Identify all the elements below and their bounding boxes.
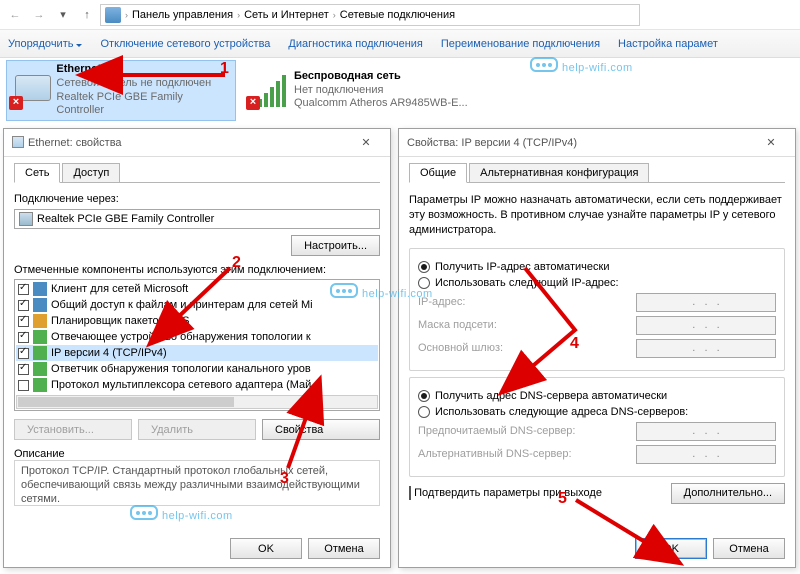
adapter-name: Беспроводная сеть [294, 70, 401, 82]
gateway-field: . . . [636, 339, 776, 358]
settings[interactable]: Настройка парамет [618, 38, 718, 50]
organize-menu[interactable]: Упорядочить [8, 38, 82, 50]
dns1-field: . . . [636, 422, 776, 441]
adapter-wifi[interactable]: × Беспроводная сеть Нет подключения Qual… [244, 60, 474, 121]
list-item-ipv4: IP версии 4 (TCP/IPv4) [16, 345, 378, 361]
radio-manual-dns[interactable] [418, 406, 430, 418]
components-list[interactable]: Клиент для сетей Microsoft Общий доступ … [14, 279, 380, 411]
forward-button: → [28, 4, 50, 26]
description-label: Описание [14, 448, 380, 460]
ok-button[interactable]: OK [635, 538, 707, 559]
watermark: help-wifi.com [330, 276, 433, 304]
cancel-button[interactable]: Отмена [308, 538, 380, 559]
watermark: help-wifi.com [130, 498, 233, 526]
watermark: help-wifi.com [530, 50, 633, 78]
nic-icon [19, 212, 33, 226]
radio-auto-ip[interactable] [418, 261, 430, 273]
components-label: Отмеченные компоненты используются этим … [14, 264, 380, 276]
dns2-field: . . . [636, 445, 776, 464]
breadcrumb-part[interactable]: Сеть и Интернет [244, 9, 329, 21]
adapter-status: Сетевой кабель не подключен [56, 77, 211, 89]
tab-network[interactable]: Сеть [14, 163, 60, 183]
up-button[interactable]: ↑ [76, 4, 98, 26]
adapter-device: Qualcomm Atheros AR9485WB-E... [294, 97, 468, 109]
intro-text: Параметры IP можно назначать автоматичес… [409, 193, 785, 238]
adapter-status: Нет подключения [294, 84, 383, 96]
ethernet-icon: × [11, 73, 52, 109]
rename[interactable]: Переименование подключения [441, 38, 600, 50]
disable-device[interactable]: Отключение сетевого устройства [100, 38, 270, 50]
breadcrumb-part[interactable]: Сетевые подключения [340, 9, 455, 21]
tab-alt-config[interactable]: Альтернативная конфигурация [469, 163, 649, 183]
configure-button[interactable]: Настроить... [291, 235, 380, 256]
adapter-list: × Ethernet Сетевой кабель не подключен R… [0, 58, 800, 123]
adapter-name: Ethernet [56, 63, 101, 75]
close-icon[interactable]: ✕ [350, 136, 382, 149]
ok-button[interactable]: OK [230, 538, 302, 559]
ip-field: . . . [636, 293, 776, 312]
cancel-button[interactable]: Отмена [713, 538, 785, 559]
mask-field: . . . [636, 316, 776, 335]
tab-general[interactable]: Общие [409, 163, 467, 183]
recent-button[interactable]: ▾ [52, 4, 74, 26]
horizontal-scrollbar[interactable] [16, 395, 378, 409]
back-button[interactable]: ← [4, 4, 26, 26]
advanced-button[interactable]: Дополнительно... [671, 483, 785, 504]
close-icon[interactable]: ✕ [755, 136, 787, 149]
adapter-field: Realtek PCIe GBE Family Controller [37, 213, 214, 225]
toolbar: Упорядочить Отключение сетевого устройст… [0, 30, 800, 58]
connect-via-label: Подключение через: [14, 193, 380, 205]
confirm-checkbox[interactable] [409, 486, 411, 500]
dialog-title: Свойства: IP версии 4 (TCP/IPv4) [407, 137, 577, 149]
ipv4-properties-dialog: Свойства: IP версии 4 (TCP/IPv4) ✕ Общие… [398, 128, 796, 568]
properties-button[interactable]: Свойства [262, 419, 380, 440]
tab-access[interactable]: Доступ [62, 163, 120, 183]
install-button: Установить... [14, 419, 132, 440]
remove-button: Удалить [138, 419, 256, 440]
dialog-title: Ethernet: свойства [28, 137, 122, 149]
control-panel-icon [105, 7, 121, 23]
radio-auto-dns[interactable] [418, 390, 430, 402]
explorer-nav: ← → ▾ ↑ › Панель управления › Сеть и Инт… [0, 0, 800, 30]
breadcrumb-part[interactable]: Панель управления [132, 9, 233, 21]
adapter-device: Realtek PCIe GBE Family Controller [56, 91, 183, 117]
adapter-ethernet[interactable]: × Ethernet Сетевой кабель не подключен R… [6, 60, 236, 121]
diagnose[interactable]: Диагностика подключения [288, 38, 422, 50]
breadcrumb[interactable]: › Панель управления › Сеть и Интернет › … [100, 4, 640, 26]
